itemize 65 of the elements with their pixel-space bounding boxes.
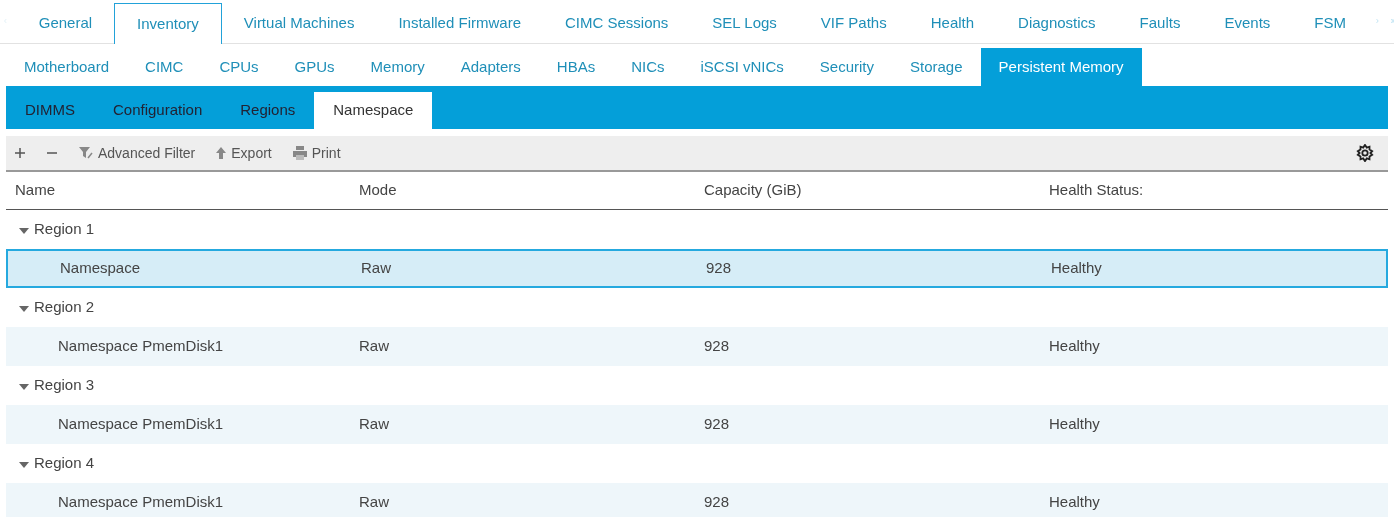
group-label: Region 2 xyxy=(34,297,95,318)
add-button[interactable] xyxy=(14,147,26,159)
table-row[interactable]: Namespace Raw 928 Healthy xyxy=(6,249,1388,288)
table-cell: Raw xyxy=(359,415,389,433)
tab[interactable]: DIMMS xyxy=(6,92,94,129)
table-cell: Raw xyxy=(359,337,389,355)
tab[interactable]: Virtual Machines xyxy=(221,3,377,43)
tab[interactable]: SEL Logs xyxy=(690,3,799,43)
tab[interactable]: GPUs xyxy=(276,48,353,86)
tab[interactable]: Storage xyxy=(892,48,981,86)
tab[interactable]: Persistent Memory xyxy=(980,48,1142,86)
table-cell: Namespace xyxy=(60,259,141,277)
toolbar-button[interactable]: Advanced Filter xyxy=(78,142,196,164)
table-cell: 928 xyxy=(704,415,730,433)
column-header[interactable]: Health Status: xyxy=(1049,181,1144,199)
tab[interactable]: FSM xyxy=(1292,3,1368,43)
column-header[interactable]: Capacity (GiB) xyxy=(704,181,802,199)
tab[interactable]: Faults xyxy=(1117,3,1203,43)
settings-icon[interactable] xyxy=(1356,144,1374,162)
group-label: Region 4 xyxy=(34,453,95,474)
tab[interactable]: Security xyxy=(801,48,892,86)
group-label: Region 1 xyxy=(34,219,95,240)
table-cell: Namespace PmemDisk1 xyxy=(58,415,224,433)
table-row[interactable]: Namespace PmemDisk1 Raw 928 Healthy xyxy=(6,405,1388,444)
column-header[interactable]: Mode xyxy=(359,181,397,199)
table-row[interactable]: Namespace PmemDisk1 Raw 928 Healthy xyxy=(6,483,1388,517)
toolbar-button[interactable]: Export xyxy=(215,142,272,164)
tab[interactable]: CIMC Sessions xyxy=(543,3,691,43)
table-cell: 928 xyxy=(706,259,732,277)
table-cell: 928 xyxy=(704,337,730,355)
tab[interactable]: Installed Firmware xyxy=(376,3,543,43)
tab[interactable]: NICs xyxy=(613,48,683,86)
tab[interactable]: Diagnostics xyxy=(996,3,1118,43)
table-cell: Namespace PmemDisk1 xyxy=(58,493,224,511)
tab[interactable]: HBAs xyxy=(538,48,614,86)
tab[interactable]: Regions xyxy=(221,92,315,129)
filter-icon xyxy=(78,146,94,160)
toolbar-button[interactable]: Print xyxy=(291,142,341,164)
table-cell: Healthy xyxy=(1049,337,1100,355)
tab[interactable]: Namespace xyxy=(314,92,433,129)
tab[interactable]: Memory xyxy=(352,48,443,86)
group-label: Region 3 xyxy=(34,375,95,396)
table-row[interactable]: Namespace PmemDisk1 Raw 928 Healthy xyxy=(6,327,1388,366)
tab[interactable]: CPUs xyxy=(201,48,277,86)
table-cell: Raw xyxy=(361,259,391,277)
tab[interactable]: General xyxy=(16,3,115,43)
tab[interactable]: iSCSI vNICs xyxy=(682,48,802,86)
tab[interactable]: Inventory xyxy=(114,3,222,44)
tab[interactable]: Events xyxy=(1202,3,1293,43)
arrow-up-icon xyxy=(215,146,228,160)
add-icon xyxy=(14,147,26,159)
tab[interactable]: CIMC xyxy=(127,48,202,86)
tab[interactable]: Health xyxy=(908,3,997,43)
column-header[interactable]: Name xyxy=(15,181,55,199)
table-cell: Healthy xyxy=(1049,493,1100,511)
table-cell: 928 xyxy=(704,493,730,511)
printer-icon xyxy=(291,146,308,160)
table-cell: Namespace PmemDisk1 xyxy=(58,337,224,355)
table-cell: Healthy xyxy=(1051,259,1102,277)
tab[interactable]: Motherboard xyxy=(6,48,128,86)
table-cell: Raw xyxy=(359,493,389,511)
tab[interactable]: Adapters xyxy=(442,48,539,86)
tab[interactable]: Configuration xyxy=(94,92,222,129)
tab[interactable]: VIF Paths xyxy=(798,3,909,43)
table-cell: Healthy xyxy=(1049,415,1100,433)
